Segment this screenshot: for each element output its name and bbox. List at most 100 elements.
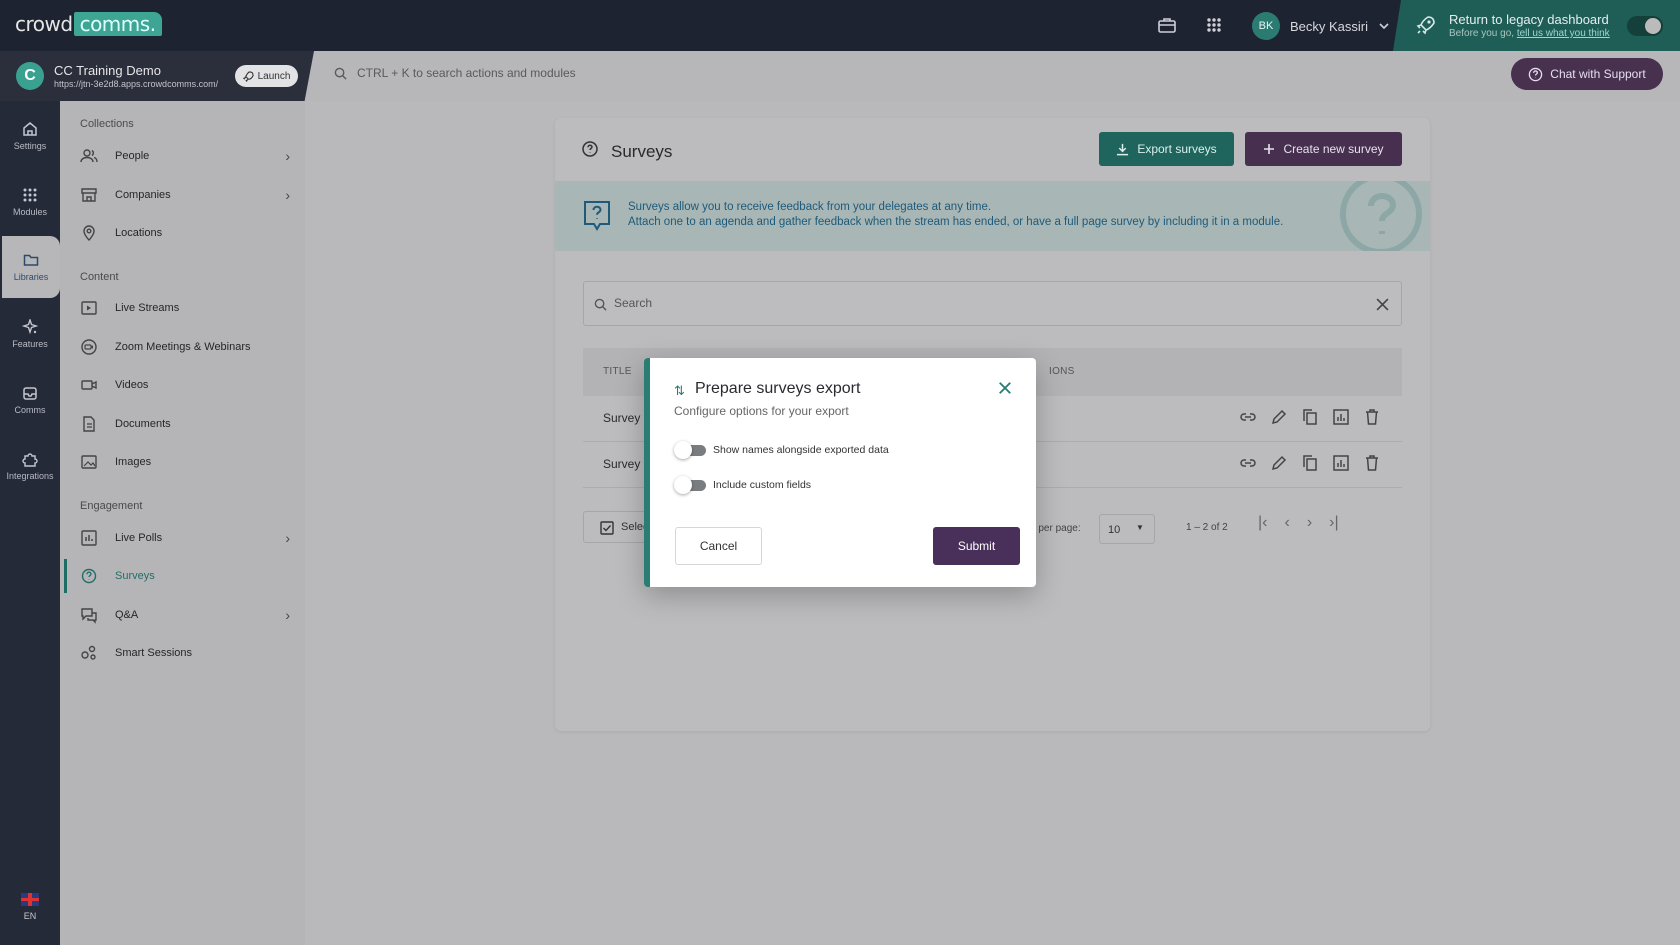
custom-fields-label: Include custom fields	[713, 479, 812, 491]
sidebar-item-videos[interactable]: Videos	[80, 371, 290, 399]
last-page-icon[interactable]: ›|	[1329, 514, 1338, 532]
inbox-icon	[23, 387, 37, 400]
duplicate-icon[interactable]	[1301, 408, 1319, 426]
rail-item-features[interactable]: Features	[0, 303, 60, 365]
page-title: Surveys	[611, 142, 673, 161]
search-placeholder: Search	[614, 296, 653, 310]
primary-nav-rail: Settings Modules Libraries Features Comm…	[0, 101, 60, 945]
row-actions	[1239, 408, 1381, 426]
sidebar-item-locations[interactable]: Locations	[80, 219, 290, 247]
show-names-option: Show names alongside exported data	[674, 441, 889, 459]
people-icon	[80, 149, 98, 163]
event-name: CC Training Demo	[54, 63, 161, 78]
rail-item-comms[interactable]: Comms	[0, 369, 60, 431]
event-url[interactable]: https://jtn-3e2d8.apps.crowdcomms.com/	[54, 79, 218, 89]
sidebar-item-images[interactable]: Images	[80, 448, 290, 476]
grid-icon	[23, 188, 37, 202]
chat-with-support-button[interactable]: Chat with Support	[1511, 58, 1663, 90]
launch-button[interactable]: Launch	[235, 65, 298, 87]
items-per-page-select[interactable]: 10 ▼	[1099, 514, 1155, 544]
command-search[interactable]: CTRL + K to search actions and modules	[334, 66, 576, 80]
search-icon	[334, 67, 347, 80]
plus-icon	[1264, 144, 1275, 154]
first-page-icon[interactable]: |‹	[1258, 514, 1267, 532]
poll-icon	[81, 530, 97, 546]
home-icon	[23, 122, 37, 136]
legacy-dashboard-banner[interactable]: Return to legacy dashboard Before you go…	[1393, 0, 1680, 51]
user-menu[interactable]: BK Becky Kassiri	[1252, 12, 1390, 40]
sidebar-item-companies[interactable]: Companies ›	[80, 181, 290, 209]
location-pin-icon	[83, 225, 95, 241]
rail-item-integrations[interactable]: Integrations	[0, 435, 60, 497]
legacy-toggle[interactable]	[1627, 16, 1663, 36]
chevron-right-icon: ›	[285, 530, 290, 546]
uk-flag-icon	[21, 893, 39, 906]
rail-item-settings[interactable]: Settings	[0, 105, 60, 167]
apps-grid-icon[interactable]	[1204, 15, 1224, 35]
sort-arrows-icon: ⇅	[674, 383, 685, 398]
info-line-1: Surveys allow you to receive feedback fr…	[628, 201, 992, 213]
chart-icon[interactable]	[1332, 454, 1350, 472]
rocket-icon	[1416, 16, 1435, 35]
pagination-controls: |‹ ‹ › ›|	[1258, 514, 1339, 532]
briefcase-icon[interactable]	[1157, 15, 1177, 35]
create-new-survey-button[interactable]: Create new survey	[1245, 132, 1402, 166]
survey-title[interactable]: Survey	[603, 411, 640, 425]
sidebar-item-live-streams[interactable]: Live Streams	[80, 294, 290, 322]
link-icon[interactable]	[1239, 454, 1257, 472]
edit-icon[interactable]	[1270, 408, 1288, 426]
zoom-icon	[81, 339, 97, 355]
sidebar-item-surveys[interactable]: Surveys	[80, 562, 290, 590]
feedback-link[interactable]: tell us what you think	[1517, 28, 1610, 39]
select-all-button[interactable]: Selec	[583, 511, 653, 543]
clear-icon[interactable]	[1376, 298, 1389, 311]
folder-icon	[23, 254, 39, 266]
cancel-button[interactable]: Cancel	[675, 527, 762, 565]
link-icon[interactable]	[1239, 408, 1257, 426]
submit-button[interactable]: Submit	[933, 527, 1020, 565]
image-icon	[81, 455, 97, 469]
sidebar-item-live-polls[interactable]: Live Polls ›	[80, 524, 290, 552]
active-indicator	[64, 559, 67, 593]
language-switcher[interactable]: EN	[0, 893, 60, 921]
row-actions	[1239, 454, 1381, 472]
legacy-title: Return to legacy dashboard	[1449, 12, 1609, 27]
event-switcher[interactable]: C CC Training Demo https://jtn-3e2d8.app…	[0, 51, 314, 101]
store-icon	[81, 188, 97, 202]
sidebar-item-zoom[interactable]: Zoom Meetings & Webinars	[80, 333, 290, 361]
chart-icon[interactable]	[1332, 408, 1350, 426]
next-page-icon[interactable]: ›	[1307, 514, 1312, 532]
sparkle-icon	[22, 319, 38, 335]
info-banner: Surveys allow you to receive feedback fr…	[555, 181, 1430, 251]
previous-page-icon[interactable]: ‹	[1284, 514, 1289, 532]
delete-icon[interactable]	[1363, 408, 1381, 426]
legacy-subtitle: Before you go, tell us what you think	[1449, 28, 1610, 39]
export-surveys-button[interactable]: Export surveys	[1099, 132, 1234, 166]
play-video-icon	[81, 301, 97, 315]
custom-fields-toggle[interactable]	[674, 476, 706, 494]
duplicate-icon[interactable]	[1301, 454, 1319, 472]
event-logo: C	[16, 62, 44, 90]
video-camera-icon	[81, 380, 97, 390]
show-names-label: Show names alongside exported data	[713, 444, 889, 456]
survey-search-input[interactable]: Search	[583, 281, 1402, 326]
section-content: Content	[80, 271, 119, 283]
download-icon	[1117, 143, 1129, 155]
sidebar-item-smart-sessions[interactable]: Smart Sessions	[80, 639, 290, 667]
edit-icon[interactable]	[1270, 454, 1288, 472]
close-icon[interactable]	[998, 381, 1012, 395]
column-title[interactable]: TITLE	[603, 366, 632, 377]
show-names-toggle[interactable]	[674, 441, 706, 459]
survey-title[interactable]: Survey	[603, 457, 640, 471]
sidebar-item-people[interactable]: People ›	[80, 142, 290, 170]
section-engagement: Engagement	[80, 500, 143, 512]
sidebar-item-documents[interactable]: Documents	[80, 410, 290, 438]
smart-sessions-icon	[81, 645, 96, 660]
sidebar-item-qa[interactable]: Q&A ›	[80, 601, 290, 629]
rail-item-modules[interactable]: Modules	[0, 171, 60, 233]
crowdcomms-logo[interactable]: crowd comms.	[15, 12, 162, 36]
help-speech-icon	[584, 201, 610, 231]
delete-icon[interactable]	[1363, 454, 1381, 472]
chevron-down-icon	[1379, 23, 1389, 30]
rail-item-libraries[interactable]: Libraries	[2, 236, 60, 298]
